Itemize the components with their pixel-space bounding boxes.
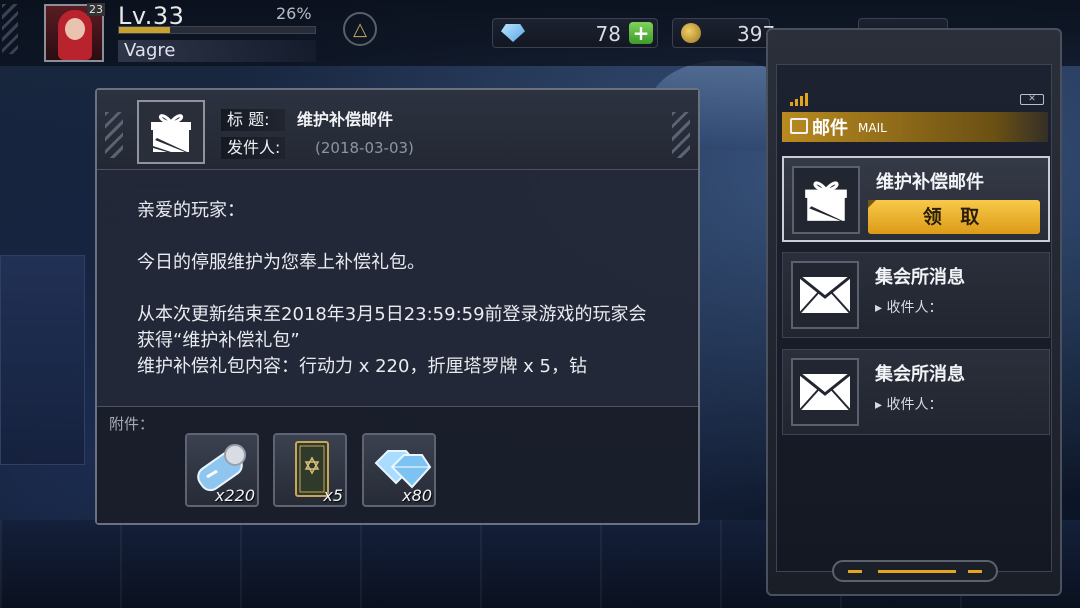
xp-percent: 26% (276, 4, 312, 23)
panel-accent (878, 570, 956, 573)
panel-accent (968, 570, 982, 573)
mailbox-icon (790, 118, 808, 134)
hatch-decoration (105, 112, 123, 158)
gem-value: 78 (595, 22, 621, 46)
attachment-qty: x220 (214, 486, 255, 505)
avatar-badge: 23 (87, 3, 105, 16)
attachment-item[interactable]: x80 (362, 433, 436, 507)
envelope-icon (791, 358, 859, 426)
mailbox-header: 邮件 MAIL (782, 112, 1048, 142)
mail-paragraph: 维护补偿礼包内容：行动力 x 220，折厘塔罗牌 x 5，钻 (137, 356, 587, 377)
mail-greeting: 亲爱的玩家： (137, 200, 245, 221)
gem-counter: 78 + (492, 18, 658, 48)
gem-icon (501, 24, 525, 42)
battery-icon: ✕ (1020, 94, 1044, 105)
hatch-decoration (672, 112, 690, 158)
panel-accent (848, 570, 862, 573)
mail-detail-header: 标 题: 维护补偿邮件 发件人: (2018-03-03) (97, 90, 698, 170)
gift-icon (792, 166, 860, 234)
attachment-item[interactable]: x5 (273, 433, 347, 507)
mail-title: 维护补偿邮件 (297, 110, 394, 129)
mailbox-panel: ✕ 邮件 MAIL 维护补偿邮件 领 取 集会所消息 ▸ 收件人： 集会所消息 … (766, 28, 1062, 596)
background-screen (0, 255, 85, 465)
mail-list-item[interactable]: 集会所消息 ▸ 收件人： (782, 252, 1050, 338)
gift-icon (137, 100, 205, 164)
mail-paragraph: 今日的停服维护为您奉上补偿礼包。 (137, 252, 425, 273)
mail-item-recipient: ▸ 收件人： (875, 397, 943, 413)
add-gems-button[interactable]: + (629, 22, 653, 44)
mailbox-title: 邮件 (812, 118, 848, 139)
mail-item-title: 维护补偿邮件 (876, 172, 984, 193)
attachment-item[interactable]: x220 (185, 433, 259, 507)
mail-paragraph: 从本次更新结束至2018年3月5日23:59:59前登录游戏的玩家会获得“维护补… (137, 304, 647, 351)
envelope-icon (791, 261, 859, 329)
claim-button[interactable]: 领 取 (868, 200, 1040, 234)
xp-bar (118, 26, 316, 34)
mail-list-item[interactable]: 维护补偿邮件 领 取 (782, 156, 1050, 242)
player-name: Vagre (118, 40, 316, 62)
attachment-qty: x5 (323, 486, 343, 505)
mailbox-title-en: MAIL (858, 121, 887, 135)
signal-icon (790, 92, 812, 106)
avatar-face (65, 18, 85, 40)
mail-list-item[interactable]: 集会所消息 ▸ 收件人： (782, 349, 1050, 435)
coin-icon (681, 23, 701, 43)
mail-detail-window: 标 题: 维护补偿邮件 发件人: (2018-03-03) 亲爱的玩家： 今日的… (95, 88, 700, 525)
mail-item-title: 集会所消息 (875, 267, 965, 288)
panel-bottom-handle (832, 560, 998, 582)
mail-body[interactable]: 亲爱的玩家： 今日的停服维护为您奉上补偿礼包。 从本次更新结束至2018年3月5… (97, 170, 698, 406)
mail-date: (2018-03-03) (315, 139, 414, 157)
attachment-qty: x80 (402, 486, 432, 505)
guild-emblem-icon[interactable]: △ (343, 12, 377, 46)
coin-counter: 397 (672, 18, 775, 48)
attachments-area: 附件： x220 x5 x80 (97, 406, 698, 523)
title-label: 标 题: (221, 109, 285, 131)
attachments-label: 附件： (109, 415, 155, 433)
sender-label: 发件人: (221, 137, 285, 159)
hatch-decoration (2, 4, 18, 54)
xp-bar-fill (119, 27, 170, 33)
mail-item-recipient: ▸ 收件人： (875, 300, 943, 316)
mail-item-title: 集会所消息 (875, 364, 965, 385)
